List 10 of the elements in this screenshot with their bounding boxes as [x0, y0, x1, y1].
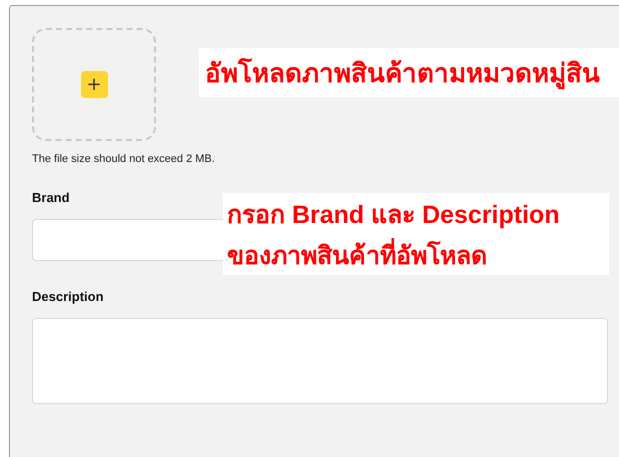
annotation-text: อัพโหลดภาพสินค้าตามหมวดหมู่สิน	[205, 56, 600, 92]
annotation-text: ของภาพสินค้าที่อัพโหลด	[227, 234, 487, 274]
input-field[interactable]	[32, 219, 223, 261]
upload-area[interactable]: +	[32, 28, 156, 141]
input-field[interactable]	[32, 318, 608, 404]
field-label: Brand	[32, 190, 71, 205]
add-image-button[interactable]: +	[80, 71, 108, 98]
file-size-hint: The file size should not exceed 2 MB.	[32, 153, 216, 165]
annotation-text: กรอก Brand และ Description	[227, 200, 560, 230]
field-label: Description	[32, 289, 105, 304]
